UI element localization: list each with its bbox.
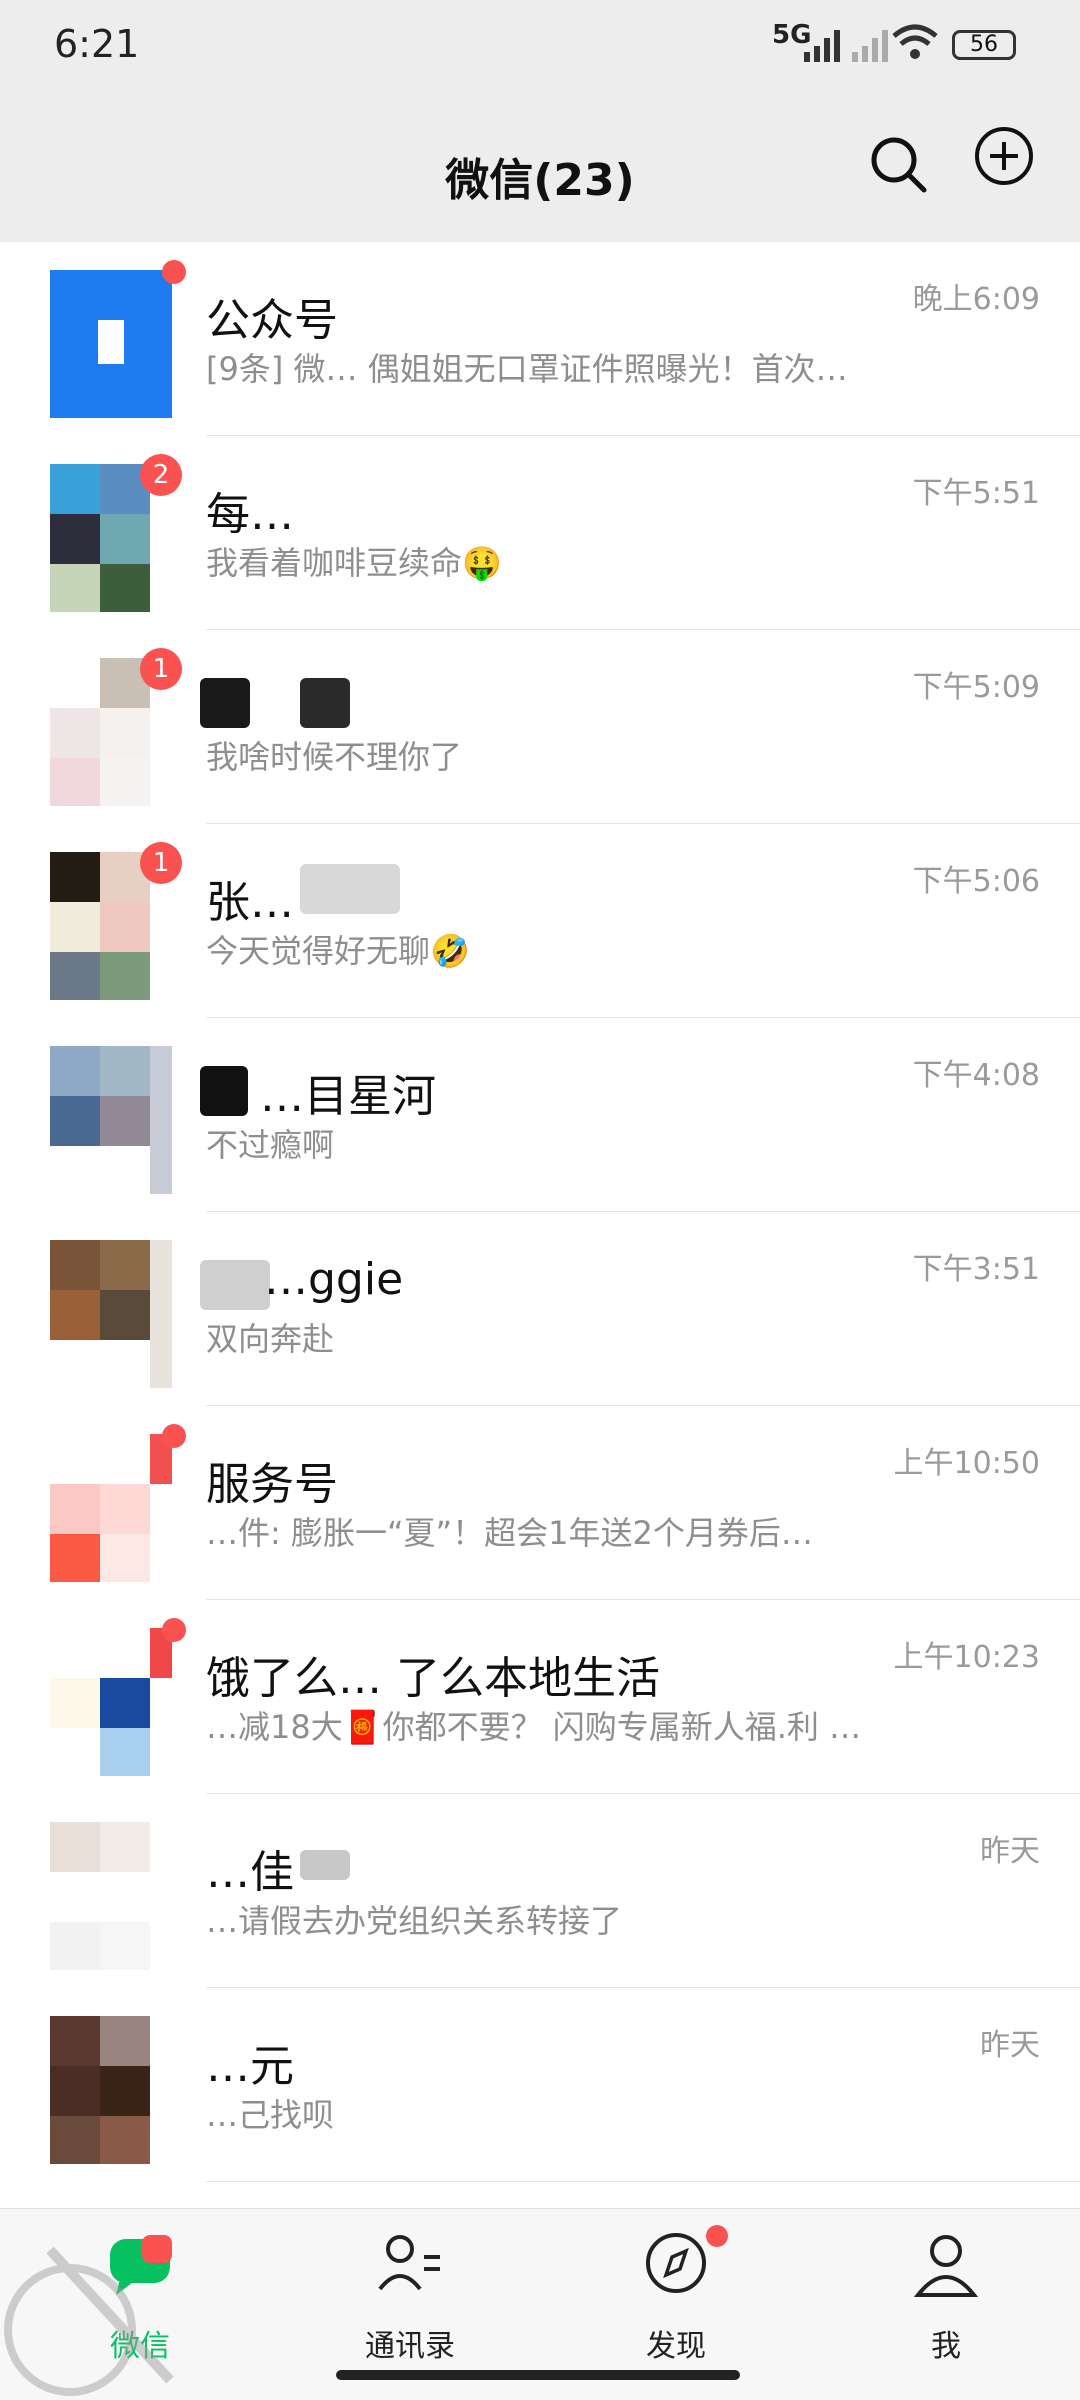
chat-row[interactable]: 服务号 上午10:50 …件: 膨胀一“夏”！超会1年送2个月券后…	[0, 1406, 1080, 1600]
signal-icon	[804, 30, 888, 62]
tab-discover[interactable]: 发现	[576, 2225, 776, 2389]
redacted-block	[300, 864, 400, 914]
chat-time: 上午10:50	[893, 1446, 1040, 1481]
chat-row[interactable]: 公众号 晚上6:09 [9条] 微… 偶姐姐无口罩证件照曝光！首次…	[0, 242, 1080, 436]
chat-time: 昨天	[980, 2028, 1040, 2063]
wifi-icon	[892, 24, 938, 59]
search-icon[interactable]	[866, 132, 930, 196]
chat-preview: …减18大🧧你都不要？ 闪购专属新人福.利 …	[206, 1708, 862, 1746]
unread-badge: 1	[140, 842, 182, 884]
divider	[206, 2181, 1080, 2182]
tab-label: 发现	[646, 2329, 706, 2364]
redacted-block	[200, 1066, 248, 1116]
profile-icon	[913, 2235, 979, 2297]
home-indicator	[336, 2370, 740, 2380]
chat-time: 下午5:06	[912, 864, 1040, 899]
redacted-block	[300, 1850, 350, 1880]
battery-icon: 56	[952, 30, 1016, 60]
redacted-block	[200, 1260, 270, 1310]
chat-name: …ggie	[264, 1254, 404, 1305]
chat-preview: 不过瘾啊	[206, 1126, 335, 1164]
tab-label: 通讯录	[365, 2329, 455, 2364]
chat-time: 下午4:08	[912, 1058, 1040, 1093]
chat-name: …目星河	[260, 1071, 436, 1122]
chat-preview: …己找呗	[206, 2096, 335, 2134]
chat-time: 下午3:51	[912, 1252, 1040, 1287]
chat-row[interactable]: 2 每… 下午5:51 我看着咖啡豆续命🤑	[0, 436, 1080, 630]
chat-row[interactable]: 饿了么… 了么本地生活 上午10:23 …减18大🧧你都不要？ 闪购专属新人福.…	[0, 1600, 1080, 1794]
status-bar: 6:21 5G 56	[0, 0, 1080, 100]
tab-contacts[interactable]: 通讯录	[310, 2229, 510, 2389]
battery-level: 56	[970, 32, 998, 57]
tab-label: 我	[931, 2329, 961, 2364]
chat-preview: 我看着咖啡豆续命🤑	[206, 544, 502, 582]
avatar	[50, 1822, 172, 1970]
chat-time: 晚上6:09	[912, 282, 1040, 317]
chat-preview: …请假去办党组织关系转接了	[206, 1902, 623, 1940]
chat-time: 昨天	[980, 1834, 1040, 1869]
avatar	[50, 1046, 172, 1194]
chat-row[interactable]: …元 昨天 …己找呗	[0, 1988, 1080, 2182]
chat-name: 服务号	[206, 1459, 338, 1510]
chat-preview: 今天觉得好无聊🤣	[206, 932, 470, 970]
unread-dot	[162, 260, 186, 284]
avatar	[50, 2016, 172, 2164]
chat-time: 下午5:51	[912, 476, 1040, 511]
unread-dot	[162, 1618, 186, 1642]
chat-preview: 双向奔赴	[206, 1320, 335, 1358]
unread-badge: 1	[140, 648, 182, 690]
chat-row[interactable]: 1 下午5:09 我啥时候不理你了	[0, 630, 1080, 824]
watermark-logo	[4, 2246, 174, 2396]
chat-row[interactable]: …目星河 下午4:08 不过瘾啊	[0, 1018, 1080, 1212]
avatar	[50, 270, 172, 418]
chat-time: 上午10:23	[893, 1640, 1040, 1675]
chat-preview: …件: 膨胀一“夏”！超会1年送2个月券后…	[206, 1514, 813, 1552]
chat-name: …佳	[206, 1847, 294, 1898]
redacted-block	[300, 678, 350, 728]
chat-name: 饿了么… 了么本地生活	[206, 1653, 660, 1704]
add-icon[interactable]	[972, 124, 1036, 188]
chat-list: 公众号 晚上6:09 [9条] 微… 偶姐姐无口罩证件照曝光！首次… 2 每… …	[0, 242, 1080, 2182]
chat-preview: 我啥时候不理你了	[206, 738, 463, 776]
status-time: 6:21	[54, 22, 140, 66]
avatar	[50, 1434, 172, 1582]
redacted-block	[200, 678, 250, 728]
chat-preview: [9条] 微… 偶姐姐无口罩证件照曝光！首次…	[206, 350, 848, 388]
contacts-icon	[378, 2235, 440, 2291]
chat-row[interactable]: …ggie 下午3:51 双向奔赴	[0, 1212, 1080, 1406]
chat-name: 公众号	[206, 295, 338, 346]
unread-dot	[162, 1424, 186, 1448]
unread-badge: 2	[140, 454, 182, 496]
compass-icon	[646, 2233, 706, 2293]
tab-me[interactable]: 我	[846, 2229, 1046, 2389]
chat-name: …元	[206, 2041, 294, 2092]
chat-name: 每…	[206, 489, 294, 540]
avatar	[50, 1628, 172, 1776]
unread-dot	[706, 2225, 728, 2247]
chat-row[interactable]: 1 张… 下午5:06 今天觉得好无聊🤣	[0, 824, 1080, 1018]
chat-row[interactable]: …佳 昨天 …请假去办党组织关系转接了	[0, 1794, 1080, 1988]
avatar	[50, 1240, 172, 1388]
chat-time: 下午5:09	[912, 670, 1040, 705]
chat-name: 张…	[206, 877, 294, 928]
